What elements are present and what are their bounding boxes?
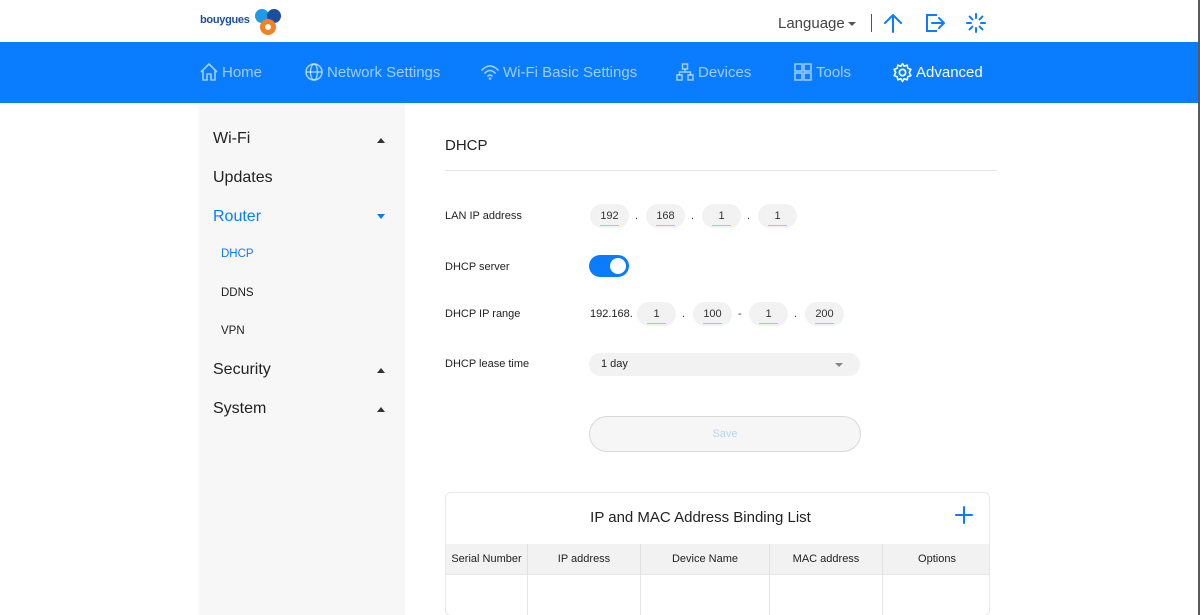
sidebar-item-security[interactable]: Security [213,361,271,379]
home-icon [200,63,218,81]
chevron-down-icon [835,363,843,367]
gear-icon [893,62,912,82]
nav-home[interactable]: Home [199,61,262,83]
column-header-options: Options [882,544,989,574]
chevron-down-icon [847,22,856,27]
page-title: DHCP [445,137,488,154]
dhcp-server-toggle[interactable] [589,255,629,277]
brand-name: bouygues [200,14,250,26]
lease-time-value: 1 day [601,358,628,370]
range-start-octet-4[interactable]: 100 [693,302,732,326]
sidebar-item-system[interactable]: System [213,400,266,418]
lan-ip-label: LAN IP address [445,210,522,222]
caret-down-icon[interactable] [377,214,385,219]
range-separator: - [738,308,742,320]
sidebar-item-label: Updates [213,169,273,186]
nav-label: Tools [816,63,852,81]
lease-time-select[interactable]: 1 day [589,353,860,376]
sidebar-subitem-dhcp[interactable]: DHCP [221,248,254,260]
devices-icon [676,63,694,81]
range-start-octet-3[interactable]: 1 [637,302,676,326]
sidebar-item-label: Security [213,361,271,378]
brand-logo[interactable]: bouygues [200,8,290,38]
nav-advanced[interactable]: Advanced [892,61,983,83]
main-nav: Home Network Settings Wi-Fi Basic Settin… [0,42,1198,103]
sidebar-item-label: Wi-Fi [213,130,251,147]
nav-label: Advanced [916,63,983,81]
sidebar-item-label: Router [213,208,262,225]
dhcp-server-label: DHCP server [445,261,510,273]
table-cell [527,574,640,615]
nav-label: Network Settings [327,63,441,81]
caret-up-icon[interactable] [377,407,385,412]
sidebar-item-label: System [213,400,267,417]
table-header: Serial Number IP address Device Name MAC… [446,544,989,574]
table-cell [769,574,882,615]
ip-dot: . [682,308,686,320]
top-bar: bouygues Language [0,0,1200,42]
sidebar-item-updates[interactable]: Updates [213,169,273,187]
nav-label: Devices [698,63,752,81]
range-end-octet-3[interactable]: 1 [749,302,788,326]
lan-ip-octet-2[interactable]: 168 [646,204,685,228]
nav-wifi-basic-settings[interactable]: Wi-Fi Basic Settings [480,61,637,83]
loading-spinner-icon[interactable] [965,12,987,34]
wifi-icon [481,65,499,80]
binding-list-card: IP and MAC Address Binding List Serial N… [445,492,990,615]
sidebar-subitem-label: VPN [221,325,245,337]
globe-icon [305,63,323,81]
add-icon[interactable] [954,505,974,525]
table-cell [446,574,527,615]
nav-label: Wi-Fi Basic Settings [503,63,638,81]
nav-network-settings[interactable]: Network Settings [304,61,440,83]
ip-dot: . [747,210,751,222]
column-header-ip-address: IP address [527,544,640,574]
logout-icon[interactable] [924,12,946,34]
table-cell [882,574,989,615]
sidebar-subitem-label: DDNS [221,287,254,299]
language-label: Language [778,15,845,32]
lan-ip-octet-3[interactable]: 1 [702,204,741,228]
dhcp-range-label: DHCP IP range [445,308,521,320]
toggle-knob [610,258,626,274]
ip-dot: . [794,308,798,320]
table-cell [640,574,769,615]
nav-label: Home [222,63,263,81]
column-header-mac-address: MAC address [769,544,882,574]
nav-devices[interactable]: Devices [675,61,751,83]
save-button[interactable]: Save [589,416,861,452]
sidebar-subitem-label: DHCP [221,248,254,260]
sidebar: Wi-Fi Updates Router DHCP DDNS VPN Secur… [199,103,405,615]
dhcp-range-prefix: 192.168. [590,308,633,320]
sidebar-item-wifi[interactable]: Wi-Fi [213,130,250,148]
range-end-octet-4[interactable]: 200 [805,302,844,326]
ip-dot: . [635,210,639,222]
lan-ip-octet-4[interactable]: 1 [758,204,797,228]
language-selector[interactable]: Language [778,15,856,32]
nav-tools[interactable]: Tools [793,61,851,83]
tools-icon [794,63,812,81]
upload-icon[interactable] [882,12,904,34]
title-divider [445,170,997,171]
sidebar-subitem-ddns[interactable]: DDNS [221,287,254,299]
sidebar-subitem-vpn[interactable]: VPN [221,325,245,337]
header-divider [871,14,872,32]
column-header-serial-number: Serial Number [451,552,522,565]
sidebar-item-router[interactable]: Router [213,208,261,226]
ip-dot: . [691,210,695,222]
lan-ip-octet-1[interactable]: 192 [590,204,629,228]
caret-up-icon[interactable] [377,138,385,143]
lease-time-label: DHCP lease time [445,358,530,370]
column-header-device-name: Device Name [640,544,769,574]
binding-list-title: IP and MAC Address Binding List [590,509,811,526]
caret-up-icon[interactable] [377,368,385,373]
brand-mark-icon [255,9,281,35]
